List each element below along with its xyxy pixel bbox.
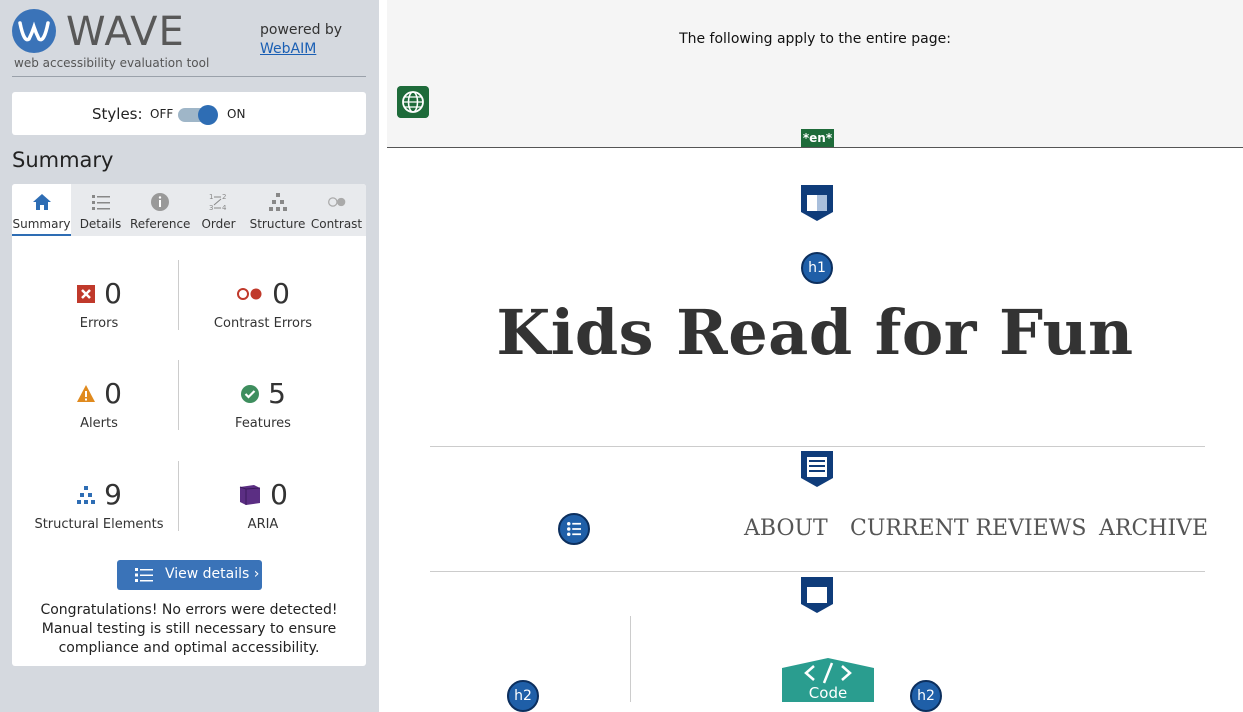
errors-label: Errors <box>79 316 119 331</box>
stat-alerts[interactable]: 0 Alerts <box>16 360 182 440</box>
tab-label: Reference <box>130 217 191 231</box>
error-x-icon <box>77 285 96 303</box>
home-icon <box>32 194 51 210</box>
errors-count: 0 <box>104 277 122 310</box>
header-divider <box>12 76 366 77</box>
features-label: Features <box>235 416 291 431</box>
styles-off-label: OFF <box>150 107 174 121</box>
svg-text:4: 4 <box>222 204 227 212</box>
code-badge[interactable]: Code <box>782 658 874 702</box>
tab-label: Order <box>201 217 236 231</box>
contrast-error-icon <box>237 288 262 300</box>
tab-summary[interactable]: Summary <box>12 184 71 236</box>
wave-logo-icon <box>12 9 56 53</box>
contrast-errors-label: Contrast Errors <box>213 316 313 331</box>
svg-text:1: 1 <box>209 193 213 201</box>
tab-label: Contrast <box>310 217 363 231</box>
svg-text:3: 3 <box>209 204 213 212</box>
styles-label: Styles: <box>92 105 143 123</box>
wave-subtitle: web accessibility evaluation tool <box>14 56 210 70</box>
vertical-divider <box>630 616 631 702</box>
h2-badge-left[interactable]: h2 <box>507 680 539 712</box>
header-landmark-icon[interactable] <box>800 184 834 222</box>
summary-panel: Summary Details Reference 1 2 3 4 Order Str… <box>12 184 366 666</box>
nav-link-current-reviews[interactable]: CURRENT REVIEWS <box>850 516 1086 541</box>
contrast-errors-count: 0 <box>272 277 290 310</box>
view-details-label: View details › <box>165 566 260 582</box>
webaim-link[interactable]: WebAIM <box>260 41 316 57</box>
list-icon <box>135 568 153 582</box>
stat-errors[interactable]: 0 Errors <box>16 260 182 340</box>
nav-link-about[interactable]: ABOUT <box>744 516 828 541</box>
tab-structure[interactable]: Structure <box>248 184 307 236</box>
view-details-button[interactable]: View details › <box>117 560 262 590</box>
aria-cube-icon <box>239 485 261 505</box>
powered-by-text: powered by <box>260 22 343 38</box>
wave-header: WAVE web accessibility evaluation tool p… <box>0 0 379 77</box>
info-icon <box>150 193 169 211</box>
panel-tabbar: Summary Details Reference 1 2 3 4 Order Str… <box>12 184 366 236</box>
h2-badge-right[interactable]: h2 <box>910 680 942 712</box>
horizontal-rule <box>430 571 1205 572</box>
tab-reference[interactable]: Reference <box>130 184 191 236</box>
stat-features[interactable]: 5 Features <box>180 360 346 440</box>
tab-label: Structure <box>249 217 306 231</box>
page-level-text: The following apply to the entire page: <box>679 31 951 47</box>
wave-sidebar: WAVE web accessibility evaluation tool p… <box>0 0 379 712</box>
contrast-icon <box>327 197 345 207</box>
main-landmark-icon[interactable] <box>800 576 834 614</box>
lang-badge[interactable]: *en* <box>801 129 834 147</box>
stat-structural[interactable]: 9 Structural Elements <box>16 461 182 541</box>
aria-label: ARIA <box>247 517 279 532</box>
styles-on-label: ON <box>227 107 246 121</box>
styles-toggle-box: Styles: OFF ON <box>12 92 366 135</box>
svg-text:2: 2 <box>222 193 226 201</box>
h1-badge[interactable]: h1 <box>801 252 833 284</box>
code-label: Code <box>808 684 848 702</box>
feature-check-icon <box>241 385 260 403</box>
page-level-panel: The following apply to the entire page: … <box>387 0 1243 148</box>
structure-icon <box>268 193 287 211</box>
alerts-count: 0 <box>104 377 122 410</box>
nav-link-archive[interactable]: ARCHIVE <box>1099 516 1208 541</box>
aria-count: 0 <box>270 478 288 511</box>
features-count: 5 <box>268 377 286 410</box>
list-icon <box>91 195 110 210</box>
tab-contrast[interactable]: Contrast <box>307 184 366 236</box>
alert-triangle-icon <box>77 385 96 402</box>
stat-contrast-errors[interactable]: 0 Contrast Errors <box>180 260 346 340</box>
tab-label: Details <box>79 217 122 231</box>
structural-count: 9 <box>104 478 122 511</box>
tab-order[interactable]: 1 2 3 4 Order <box>189 184 248 236</box>
stat-aria[interactable]: 0 ARIA <box>180 461 346 541</box>
wave-title: WAVE <box>66 9 185 55</box>
navigation-landmark-icon[interactable] <box>800 450 834 488</box>
unordered-list-icon[interactable] <box>558 513 590 545</box>
styles-toggle-switch[interactable] <box>178 105 220 125</box>
stat-divider <box>178 461 179 531</box>
order-icon: 1 2 3 4 <box>209 193 227 212</box>
stat-divider <box>178 260 179 330</box>
horizontal-rule <box>430 446 1205 447</box>
tab-label: Summary <box>12 217 71 231</box>
structure-tree-icon <box>77 486 96 504</box>
page-title: Kids Read for Fun <box>496 296 1134 369</box>
toggle-knob <box>198 105 218 125</box>
alerts-label: Alerts <box>80 416 118 431</box>
summary-heading: Summary <box>12 148 114 172</box>
congrats-message: Congratulations! No errors were detected… <box>40 602 338 656</box>
stat-divider <box>178 360 179 430</box>
language-globe-icon[interactable] <box>397 86 429 118</box>
structural-label: Structural Elements <box>34 517 164 532</box>
tab-details[interactable]: Details <box>71 184 130 236</box>
